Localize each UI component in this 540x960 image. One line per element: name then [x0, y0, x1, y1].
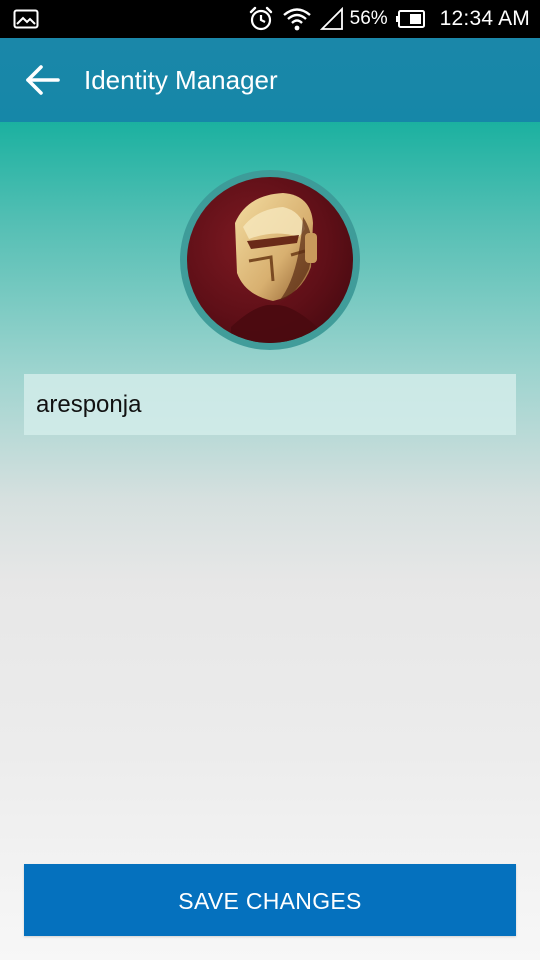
avatar-image[interactable] — [187, 177, 353, 343]
gallery-icon — [13, 9, 39, 29]
page-title: Identity Manager — [84, 65, 278, 95]
username-field[interactable] — [24, 374, 516, 435]
alarm-icon — [249, 6, 272, 31]
avatar-picture — [231, 193, 317, 343]
back-button[interactable] — [20, 60, 64, 100]
app-bar: Identity Manager — [0, 38, 540, 122]
wifi-icon — [282, 8, 311, 31]
save-changes-button[interactable]: SAVE CHANGES — [24, 864, 516, 936]
clock: 12:34 AM — [439, 7, 530, 30]
battery-percent: 56% — [349, 8, 388, 29]
battery-icon — [395, 10, 425, 28]
status-bar: 56% 12:34 AM — [0, 0, 540, 38]
signal-icon — [319, 7, 343, 30]
arrow-left-icon — [26, 65, 60, 95]
